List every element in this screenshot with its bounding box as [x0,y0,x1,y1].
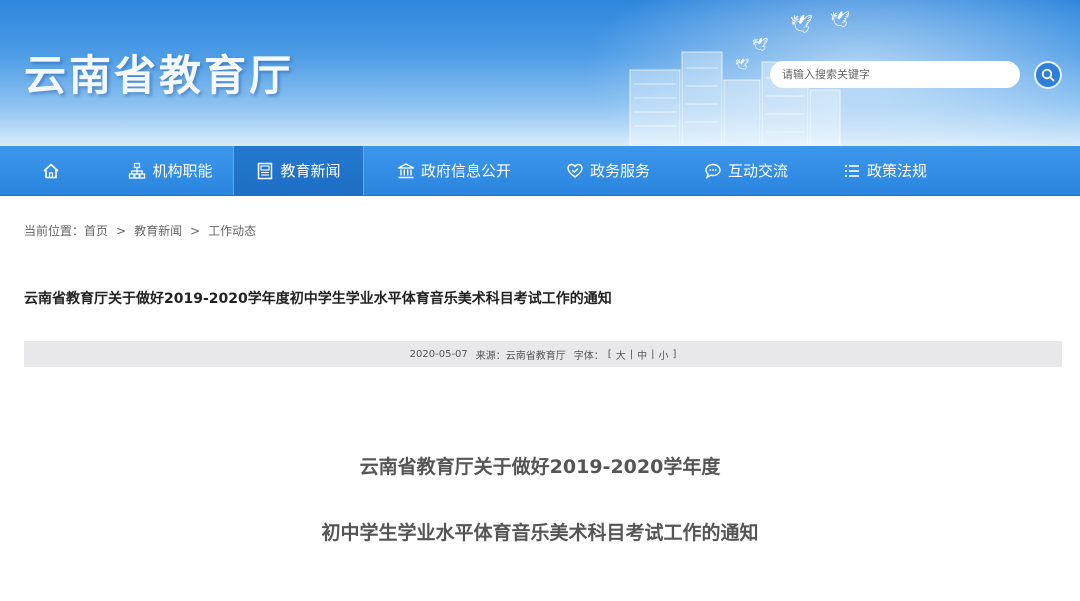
breadcrumb-separator: > [190,223,201,238]
search-box [770,61,1020,88]
breadcrumb: 当前位置： 首页 > 教育新闻 > 工作动态 [24,222,256,239]
nav-item-label: 机构职能 [152,162,213,180]
article-title: 云南省教育厅关于做好2019-2020学年度初中学生学业水平体育音乐美术科目考试… [24,291,612,307]
main-nav: 机构职能 教育新闻 政府信息公开 政务服务 互动交流 政策法规 [0,146,1080,196]
breadcrumb-separator: > [116,223,127,238]
site-header: 云南省教育厅 🕊 🕊 🕊 🕊 [0,0,1080,146]
nav-item-label: 政务服务 [589,162,650,180]
search-input[interactable] [782,64,1008,85]
search-icon [1041,68,1055,82]
breadcrumb-home-link[interactable]: 首页 [84,222,108,239]
breadcrumb-prefix: 当前位置： [24,224,85,238]
nav-item-interaction[interactable]: 互动交流 [672,146,820,195]
bird-icon: 🕊 [735,58,749,71]
org-chart-icon [129,162,146,179]
publish-date: 2020-05-07 [409,348,468,360]
heart-hands-icon [567,163,583,178]
home-icon [43,163,59,178]
breadcrumb-section-link[interactable]: 教育新闻 [134,222,182,239]
nav-item-label: 互动交流 [727,162,788,180]
nav-item-services[interactable]: 政务服务 [544,146,672,195]
source-value: 云南省教育厅 [505,350,566,362]
list-icon [844,164,859,177]
font-separator: | [629,348,634,360]
font-small-button[interactable]: 小 [658,347,668,362]
nav-item-org[interactable]: 机构职能 [108,146,233,195]
search-button[interactable] [1034,61,1062,89]
nav-item-policy[interactable]: 政策法规 [820,146,950,195]
source-label: 来源： [475,350,506,362]
bank-icon [397,162,415,178]
font-bracket-close: ] [672,348,677,360]
font-large-button[interactable]: 大 [616,347,626,362]
content-heading-line-2: 初中学生学业水平体育音乐美术科目考试工作的通知 [321,522,759,544]
bird-icon: 🕊 [830,10,851,29]
bird-icon: 🕊 [752,38,769,53]
font-bracket-open: [ [607,348,612,360]
city-skyline-illustration [629,51,841,146]
nav-item-gov-info[interactable]: 政府信息公开 [364,146,544,195]
bird-icon: 🕊 [790,14,813,35]
source: 来源：云南省教育厅 [476,347,566,362]
nav-item-news[interactable]: 教育新闻 [233,146,364,195]
breadcrumb-current-link[interactable]: 工作动态 [208,222,256,239]
font-medium-button[interactable]: 中 [637,347,647,362]
content-heading-line-1: 云南省教育厅关于做好2019-2020学年度 [359,456,721,478]
chat-bubble-icon [705,163,721,179]
site-title[interactable]: 云南省教育厅 [24,46,294,106]
nav-item-label: 教育新闻 [280,162,341,180]
font-label: 字体： [573,350,604,362]
font-size-control: 字体： [ 大 | 中 | 小 ] [574,347,677,362]
font-separator: | [651,348,655,360]
nav-item-label: 政策法规 [866,162,927,180]
document-icon [258,162,273,179]
nav-home[interactable] [0,146,108,195]
nav-item-label: 政府信息公开 [420,162,511,180]
article-meta-bar: 2020-05-07 来源：云南省教育厅 字体： [ 大 | 中 | 小 ] [24,341,1062,367]
